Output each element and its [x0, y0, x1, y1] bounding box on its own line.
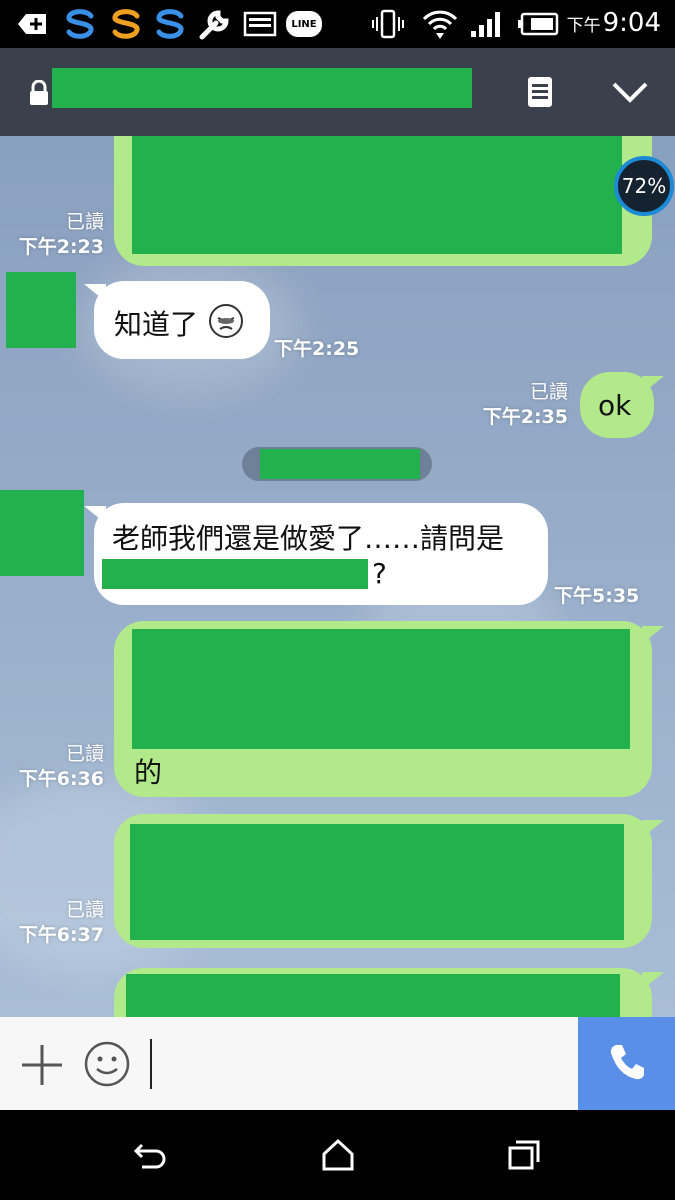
chat-header	[0, 48, 675, 136]
wrench-icon	[196, 6, 234, 42]
message-meta: 已讀 下午6:36	[14, 742, 104, 792]
signal-icon	[468, 6, 506, 42]
avatar[interactable]	[6, 272, 76, 348]
message-input[interactable]	[150, 1039, 152, 1089]
sad-face-emoji-icon	[208, 303, 244, 346]
status-time-prefix: 下午	[566, 16, 601, 36]
status-time: 下午9:04	[567, 8, 661, 38]
chat-title-redacted	[52, 68, 472, 108]
read-label: 已讀	[65, 743, 104, 765]
message-time: 下午6:37	[18, 924, 104, 946]
message-meta: 已讀 下午6:37	[14, 898, 104, 948]
chevron-down-icon[interactable]	[610, 72, 650, 112]
call-button[interactable]	[578, 1017, 675, 1110]
floating-badge-label: 72%	[621, 174, 667, 198]
recents-icon[interactable]	[504, 1135, 544, 1175]
bubble-tail	[642, 972, 664, 990]
status-bar: LINE 下午9:04	[0, 0, 675, 48]
message-text: ok	[598, 389, 632, 422]
message-meta: 已讀 下午2:35	[478, 380, 568, 430]
vibrate-icon	[370, 6, 406, 42]
plus-icon[interactable]	[18, 1041, 66, 1089]
message-text: 的	[134, 756, 163, 789]
battery-icon	[516, 6, 560, 42]
message-redacted	[132, 136, 622, 254]
message-meta: 下午5:35	[554, 584, 639, 609]
date-separator	[242, 447, 432, 481]
sync-blue-icon	[150, 6, 190, 42]
message-bubble-out[interactable]	[114, 814, 652, 948]
home-icon[interactable]	[318, 1135, 358, 1175]
date-redacted	[260, 449, 420, 479]
sync-orange-icon	[106, 6, 146, 42]
sync-blue-icon	[60, 6, 100, 42]
emoji-icon[interactable]	[82, 1039, 132, 1089]
message-text-suffix: ?	[372, 557, 387, 590]
message-time: 下午2:25	[274, 338, 360, 360]
message-bubble-out[interactable]	[114, 968, 652, 1017]
read-label: 已讀	[65, 211, 104, 233]
line-app-label: LINE	[286, 11, 322, 37]
message-bubble-out[interactable]: 的	[114, 621, 652, 797]
phone-icon	[606, 1041, 648, 1087]
bubble-tail	[642, 820, 664, 838]
message-time: 下午5:35	[554, 585, 640, 607]
message-redacted	[132, 629, 630, 749]
notes-icon[interactable]	[520, 72, 560, 112]
system-nav-bar	[0, 1110, 675, 1200]
image-icon	[242, 6, 278, 42]
status-time-value: 9:04	[602, 8, 661, 38]
message-redacted	[130, 824, 624, 940]
chat-messages[interactable]: 已讀 下午2:23 72% 知道了 下午2:25 ok 已讀 下午2:35 老師…	[0, 136, 675, 1017]
message-text: 知道了	[114, 308, 199, 341]
lock-icon	[28, 79, 50, 110]
message-meta: 下午2:25	[274, 337, 359, 362]
wifi-icon	[418, 6, 462, 42]
message-redacted	[126, 974, 620, 1017]
floating-battery-badge[interactable]: 72%	[614, 156, 674, 216]
message-bubble-in[interactable]: 知道了	[94, 281, 270, 359]
back-icon[interactable]	[130, 1135, 170, 1175]
read-label: 已讀	[529, 381, 568, 403]
bubble-tail	[642, 626, 664, 644]
bubble-tail	[642, 376, 664, 394]
message-time: 下午2:23	[18, 236, 104, 258]
message-time: 下午2:35	[482, 406, 568, 428]
message-input-bar	[0, 1017, 675, 1110]
message-bubble-out[interactable]	[114, 136, 652, 266]
message-time: 下午6:36	[18, 768, 104, 790]
add-box-icon	[14, 6, 50, 42]
avatar[interactable]	[0, 490, 84, 576]
message-text: 老師我們還是做愛了……請問是	[112, 522, 505, 555]
message-redacted	[102, 559, 368, 589]
read-label: 已讀	[65, 899, 104, 921]
message-meta: 已讀 下午2:23	[14, 210, 104, 260]
message-bubble-in[interactable]: 老師我們還是做愛了……請問是 ?	[94, 503, 548, 605]
line-app-icon: LINE	[284, 6, 324, 42]
